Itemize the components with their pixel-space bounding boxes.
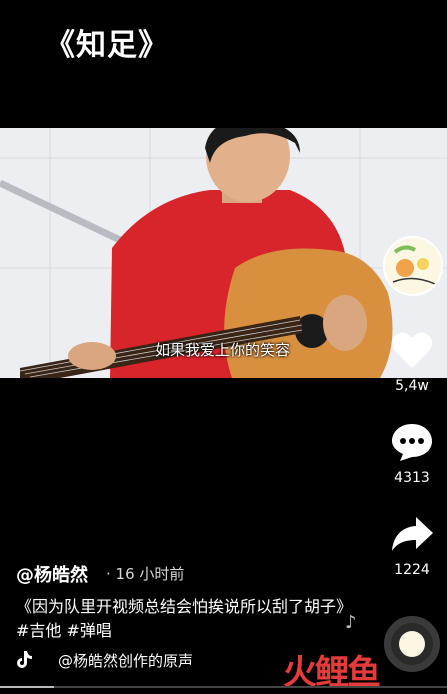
like-count: 5,4w — [395, 378, 429, 394]
post-description: 《因为队里开视频总结会怕挨说所以刮了胡子》#吉他 #弹唱 — [16, 597, 345, 640]
song-title: 《知足》 — [45, 28, 169, 63]
progress-fill — [0, 686, 54, 688]
disc-cover-icon — [399, 631, 425, 657]
video-subtitle: 如果我爱上你的笑容 — [155, 341, 291, 359]
comment-count: 4313 — [394, 470, 430, 486]
floating-note-icon: ♪ — [345, 612, 357, 633]
avatar-illustration — [392, 245, 436, 285]
share-count: 1224 — [394, 562, 430, 578]
video-player[interactable]: 如果我爱上你的笑容 — [0, 128, 447, 378]
music-label: @杨皓然创作的原声 — [58, 652, 194, 670]
author-name[interactable]: @杨皓然 — [16, 561, 88, 587]
music-note-icon — [17, 651, 32, 668]
video-progress-bar[interactable] — [0, 686, 447, 688]
comment-icon — [392, 424, 432, 461]
share-arrow-icon — [392, 517, 433, 551]
comment-button[interactable]: 4313 — [385, 422, 439, 486]
heart-icon — [391, 332, 433, 368]
share-button[interactable]: 1224 — [385, 514, 439, 578]
creator-avatar[interactable] — [383, 236, 443, 296]
like-button[interactable]: 5,4w — [385, 330, 439, 394]
post-time: · 16 小时前 — [106, 565, 185, 583]
music-disc[interactable] — [384, 616, 440, 672]
